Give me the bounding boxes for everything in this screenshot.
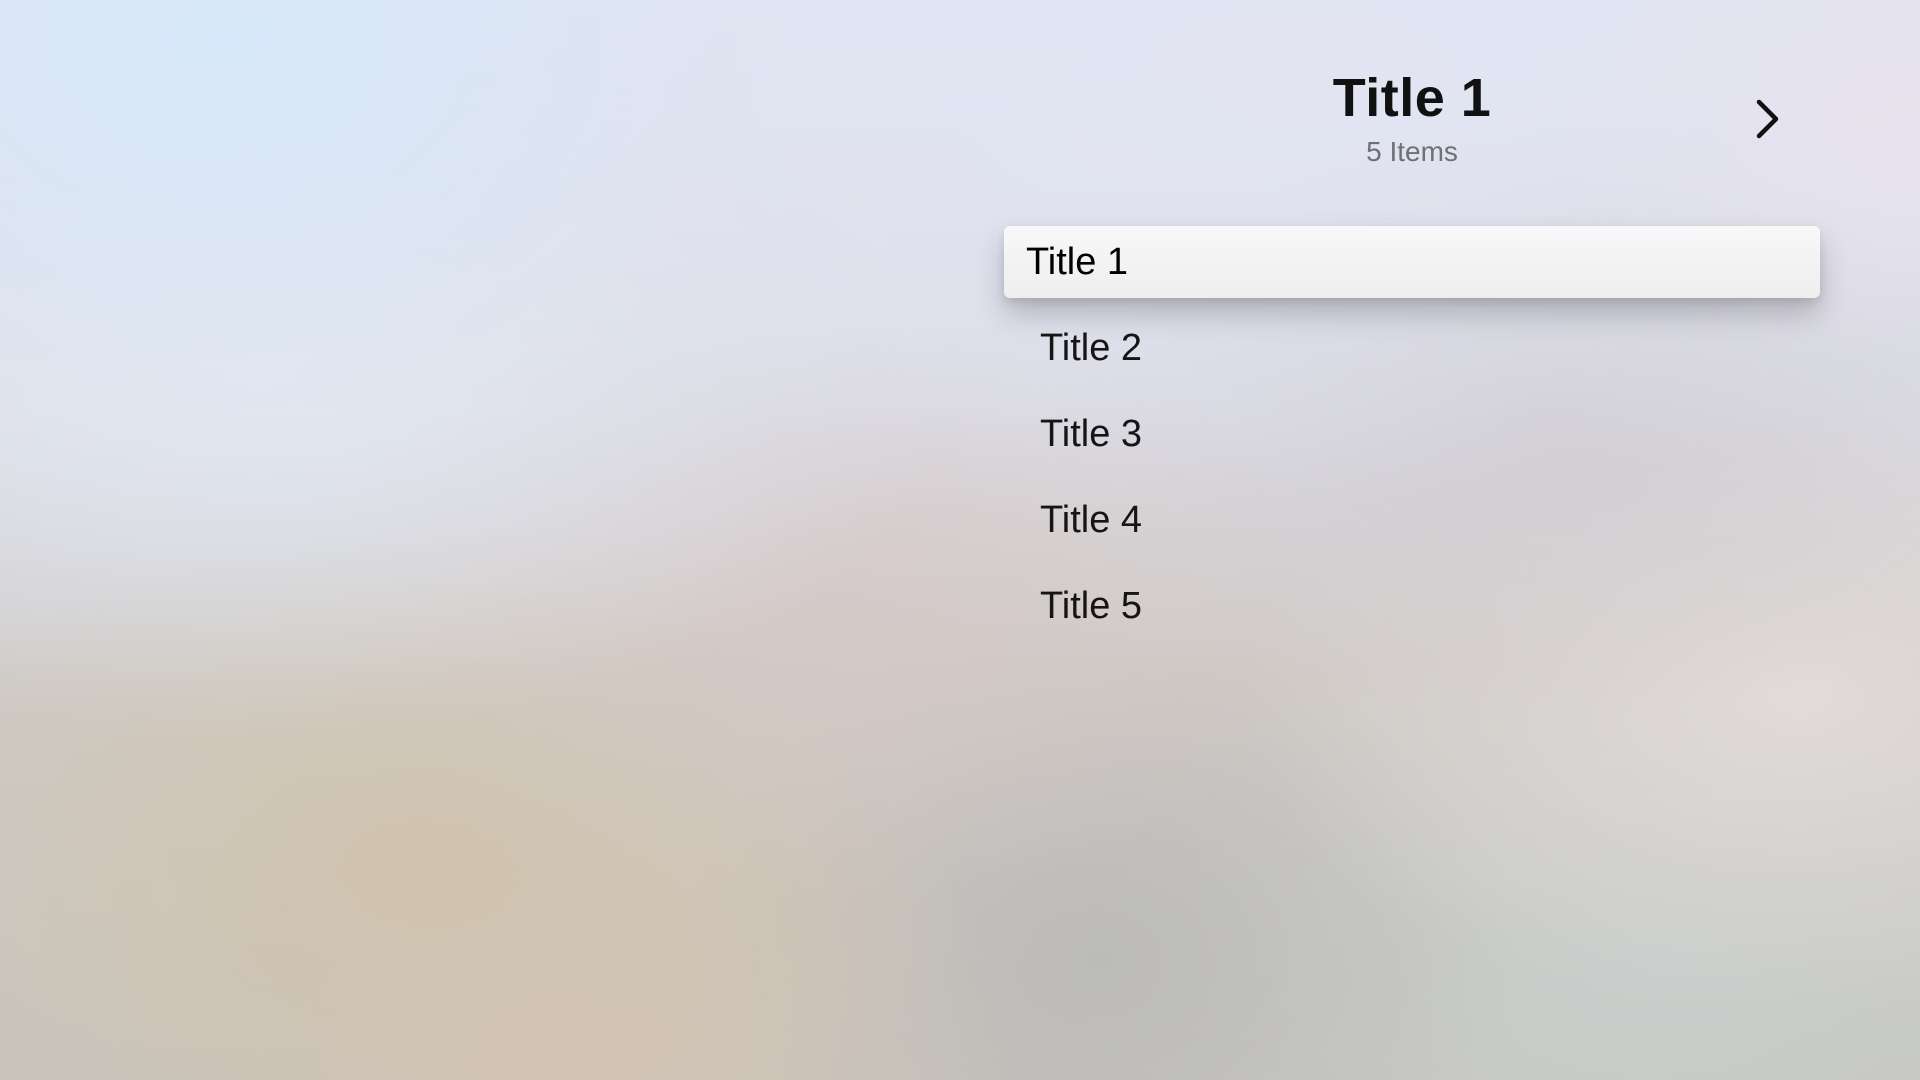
list-item-title-3[interactable]: Title 3: [1004, 398, 1820, 470]
item-count: 5 Items: [1366, 136, 1458, 167]
list-item-label: Title 1: [1026, 240, 1129, 283]
list-item-title-1[interactable]: Title 1: [1004, 226, 1820, 298]
list-item-title-5[interactable]: Title 5: [1004, 570, 1820, 642]
chevron-right-icon[interactable]: [1752, 98, 1782, 140]
list-item-label: Title 4: [1040, 498, 1143, 541]
list-item-label: Title 2: [1040, 326, 1143, 369]
list-header: Title 1 5 Items: [1004, 64, 1820, 170]
list-item-title-4[interactable]: Title 4: [1004, 484, 1820, 556]
list-item-label: Title 3: [1040, 412, 1143, 455]
list-item-title-2[interactable]: Title 2: [1004, 312, 1820, 384]
title-list: Title 1 Title 2 Title 3 Title 4 Title 5: [1004, 226, 1820, 656]
screen: Title 1 5 Items Title 1 Title 2 Title 3 …: [0, 0, 1920, 1080]
page-title: Title 1: [1332, 68, 1492, 128]
list-item-label: Title 5: [1040, 584, 1143, 627]
